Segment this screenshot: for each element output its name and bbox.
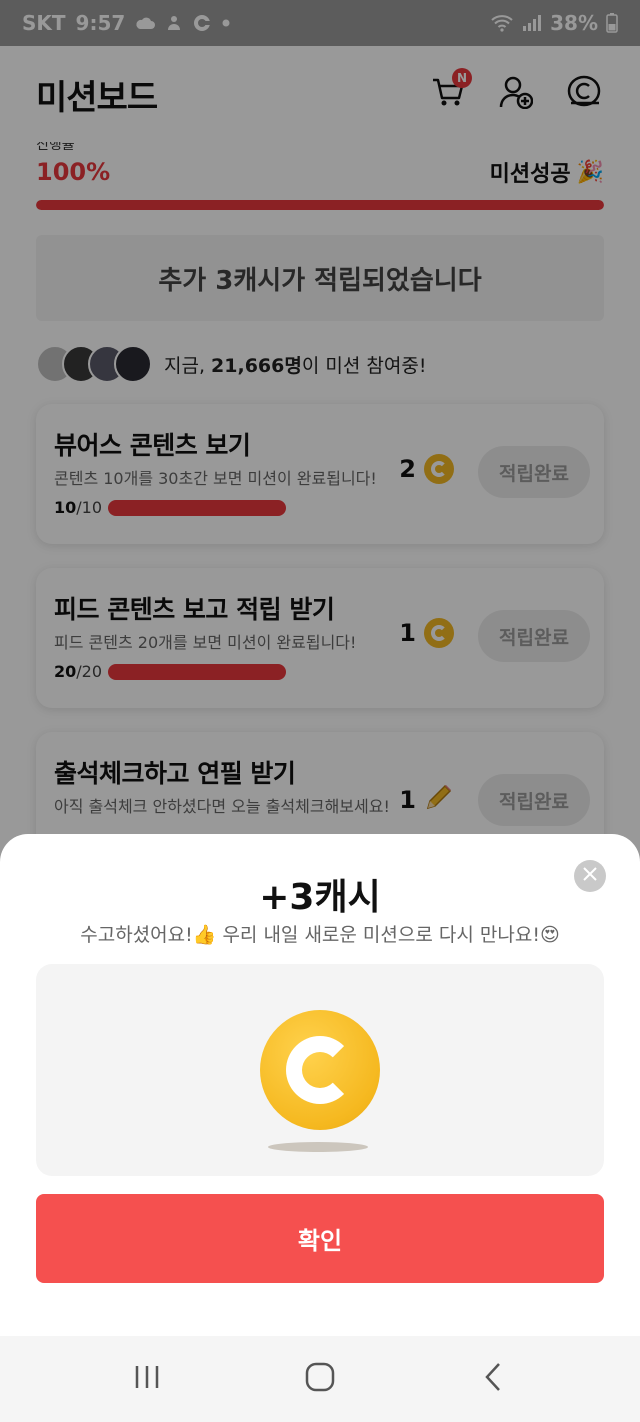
- reward-message: 수고하셨어요!👍 우리 내일 새로운 미션으로 다시 만나요!😍: [0, 920, 640, 947]
- reward-amount-title: +3캐시: [259, 877, 381, 918]
- home-button[interactable]: [290, 1349, 350, 1409]
- recent-apps-icon: [133, 1364, 161, 1394]
- system-nav-bar: [0, 1336, 640, 1422]
- home-icon: [305, 1362, 335, 1396]
- message-part2: 우리 내일 새로운 미션으로 다시 만나요!: [216, 924, 540, 946]
- reward-bottom-sheet: +3캐시 수고하셨어요!👍 우리 내일 새로운 미션으로 다시 만나요!😍 확인: [0, 834, 640, 1336]
- heart-eyes-icon: 😍: [539, 924, 560, 946]
- thumbs-up-icon: 👍: [192, 924, 217, 946]
- message-part1: 수고하셨어요!: [80, 924, 193, 946]
- coin-illustration-box: [36, 964, 604, 1176]
- coin-icon: [260, 1010, 380, 1130]
- recent-apps-button[interactable]: [117, 1349, 177, 1409]
- coin-shadow: [268, 1142, 368, 1152]
- back-icon: [483, 1362, 503, 1396]
- confirm-button[interactable]: 확인: [36, 1194, 604, 1283]
- back-button[interactable]: [463, 1349, 523, 1409]
